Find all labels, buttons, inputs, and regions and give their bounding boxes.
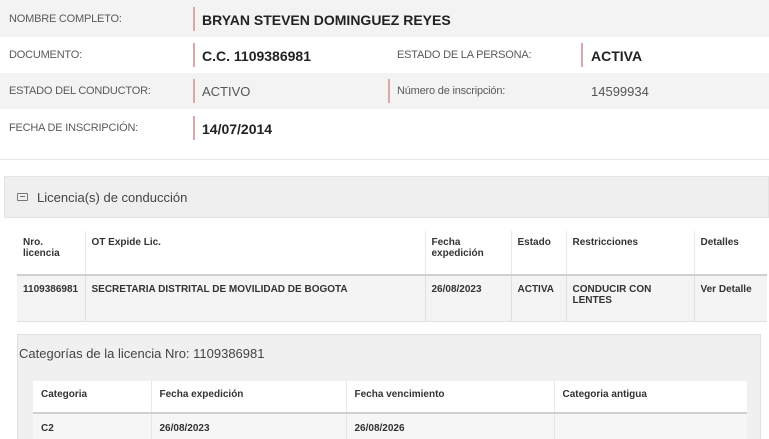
estado-persona-separator	[581, 43, 583, 67]
licencias-section-header: Licencia(s) de conducción	[4, 176, 769, 218]
estado-persona-value: ACTIVA	[591, 48, 643, 64]
cell-categoria: C2	[33, 413, 152, 439]
col-estado: Estado	[511, 231, 567, 276]
ver-detalle-link[interactable]: Ver Detalle	[694, 275, 767, 322]
col-nro-licencia: Nro. licencia	[17, 231, 86, 276]
col-fecha-vencimiento: Fecha vencimiento	[346, 381, 555, 414]
cell-nro-licencia: 1109386981	[17, 275, 86, 322]
nombre-label: NOMBRE COMPLETO:	[9, 13, 122, 25]
cell-fecha-expedicion: 26/08/2023	[151, 413, 347, 439]
cell-restricciones: CONDUCIR CON LENTES	[566, 275, 695, 322]
cell-fecha-expedicion: 26/08/2023	[425, 275, 512, 322]
inscripcion-num-label: Número de inscripción:	[397, 85, 506, 97]
documento-label: DOCUMENTO:	[9, 49, 82, 61]
fecha-inscripcion-separator	[193, 116, 195, 140]
documento-separator	[193, 43, 195, 67]
licencias-table: Nro. licencia OT Expide Lic. Fecha exped…	[17, 231, 767, 322]
inscripcion-separator	[388, 79, 390, 103]
table-row: C2 26/08/2023 26/08/2026	[33, 413, 747, 439]
fecha-inscripcion-label: FECHA DE INSCRIPCIÓN:	[9, 122, 139, 134]
nombre-value: BRYAN STEVEN DOMINGUEZ REYES	[202, 12, 451, 28]
estado-persona-label: ESTADO DE LA PERSONA:	[397, 49, 532, 61]
categorias-header-row: Categoria Fecha expedición Fecha vencimi…	[33, 381, 747, 414]
documento-value: C.C. 1109386981	[202, 48, 311, 64]
cell-categoria-antigua	[554, 413, 747, 439]
col-fecha-expedicion: Fecha expedición	[151, 381, 347, 414]
inscripcion-num-value: 14599934	[591, 84, 649, 99]
cell-fecha-vencimiento: 26/08/2026	[346, 413, 555, 439]
estado-conductor-label: ESTADO DEL CONDUCTOR:	[9, 85, 151, 97]
licencias-section-title: Licencia(s) de conducción	[37, 190, 188, 205]
row-band-documento	[0, 37, 769, 73]
categorias-table: Categoria Fecha expedición Fecha vencimi…	[33, 381, 747, 439]
table-row: 1109386981 SECRETARIA DISTRITAL DE MOVIL…	[17, 275, 767, 322]
nombre-separator	[193, 7, 195, 31]
col-categoria: Categoria	[33, 381, 152, 414]
categorias-title: Categorías de la licencia Nro: 110938698…	[19, 346, 265, 361]
person-info-panel: NOMBRE COMPLETO: BRYAN STEVEN DOMINGUEZ …	[0, 0, 769, 160]
estado-conductor-value: ACTIVO	[202, 84, 251, 99]
estado-conductor-separator	[193, 79, 195, 103]
col-fecha-expedicion: Fecha expedición	[425, 231, 512, 276]
col-categoria-antigua: Categoria antigua	[554, 381, 747, 414]
col-ot-expide: OT Expide Lic.	[85, 231, 426, 276]
col-detalles: Detalles	[694, 231, 767, 276]
licencias-header-row: Nro. licencia OT Expide Lic. Fecha exped…	[17, 231, 767, 276]
cell-ot-expide: SECRETARIA DISTRITAL DE MOVILIDAD DE BOG…	[85, 275, 426, 322]
cell-estado: ACTIVA	[511, 275, 567, 322]
id-card-icon	[17, 193, 28, 201]
col-restricciones: Restricciones	[566, 231, 695, 276]
fecha-inscripcion-value: 14/07/2014	[202, 121, 273, 137]
